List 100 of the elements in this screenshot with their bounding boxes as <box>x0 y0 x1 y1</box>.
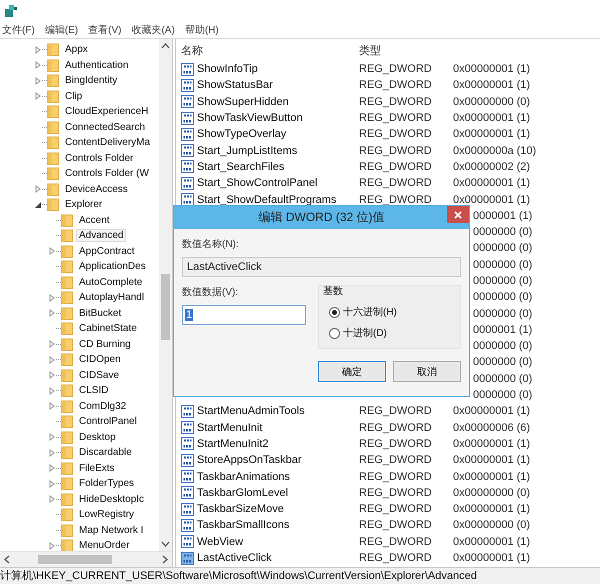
folder-icon <box>61 400 73 413</box>
value-name[interactable]: TaskbarSmallIcons <box>197 519 290 532</box>
menu-item[interactable]: 收藏夹(A) <box>131 23 175 37</box>
value-name[interactable]: TaskbarSizeMove <box>197 503 284 516</box>
tree-item[interactable]: CD Burning <box>76 338 134 351</box>
value-name[interactable]: WebView <box>197 536 244 548</box>
close-button[interactable] <box>447 206 469 223</box>
value-name[interactable]: LastActiveClick <box>197 552 272 564</box>
value-data: 0000000 (0) <box>473 389 532 402</box>
tree-item[interactable]: Appx <box>62 43 91 56</box>
tree-item[interactable]: DeviceAccess <box>62 182 131 196</box>
menu-item[interactable]: 帮助(H) <box>184 23 219 37</box>
expand-arrow-icon[interactable] <box>48 402 56 410</box>
radio-option[interactable]: 十进制(D) <box>323 326 454 340</box>
expand-arrow-icon[interactable] <box>48 340 56 348</box>
tree-item[interactable]: AutoplayHandl <box>76 291 148 304</box>
tree-item[interactable]: FileExts <box>76 462 118 475</box>
tree-item[interactable]: ComDlg32 <box>76 400 130 413</box>
value-name[interactable]: ShowSuperHidden <box>197 96 289 108</box>
scroll-down-icon[interactable] <box>161 541 170 547</box>
menu-item[interactable]: 文件(F) <box>2 23 35 37</box>
close-icon[interactable] <box>454 210 462 218</box>
tree-item[interactable]: BingIdentity <box>62 74 120 88</box>
value-name[interactable]: TaskbarGlomLevel <box>197 486 288 499</box>
tree-item[interactable]: CloudExperienceH <box>62 105 152 118</box>
scroll-right-icon[interactable] <box>162 555 168 564</box>
expand-arrow-icon[interactable] <box>48 542 56 550</box>
expand-arrow-icon[interactable] <box>34 92 42 100</box>
column-header[interactable]: 名称 <box>176 42 359 58</box>
tree-item[interactable]: Discardable <box>76 446 135 460</box>
scrollbar-thumb[interactable] <box>38 555 112 564</box>
horizontal-scrollbar[interactable] <box>0 551 172 567</box>
tree-item[interactable]: Authentication <box>62 58 132 72</box>
tree-item[interactable]: CIDSave <box>76 368 122 382</box>
tree-item[interactable]: CIDOpen <box>76 353 124 366</box>
value-name[interactable]: Start_ShowControlPanel <box>197 177 318 190</box>
value-name[interactable]: Start_ShowDefaultPrograms <box>197 194 336 206</box>
tree-item[interactable]: Advanced <box>76 229 126 242</box>
expand-arrow-icon[interactable] <box>48 433 56 442</box>
tree-item[interactable]: Clip <box>62 90 86 103</box>
tree-item[interactable]: BitBucket <box>76 306 124 320</box>
tree-item[interactable]: Map Network I <box>76 524 146 537</box>
value-name[interactable]: TaskbarAnimations <box>197 470 290 483</box>
tree-item[interactable]: CLSID <box>76 384 112 398</box>
tree-item[interactable]: CabinetState <box>76 322 140 336</box>
expand-arrow-icon[interactable] <box>34 185 42 194</box>
tree-item[interactable]: AppContract <box>76 244 138 258</box>
value-name[interactable]: StartMenuInit <box>197 422 262 434</box>
value-name[interactable]: StoreAppsOnTaskbar <box>197 454 302 466</box>
value-name[interactable]: ShowInfoTip <box>197 63 258 76</box>
expand-arrow-icon[interactable] <box>48 495 56 504</box>
value-name[interactable]: ShowStatusBar <box>197 79 273 92</box>
expand-arrow-icon[interactable] <box>48 480 56 488</box>
collapse-arrow-icon[interactable] <box>34 200 42 209</box>
column-header[interactable]: 类型 <box>359 42 453 58</box>
tree-item[interactable]: Accent <box>76 214 113 227</box>
value-name[interactable]: ShowTaskViewButton <box>197 112 303 124</box>
tree-item[interactable]: ContentDeliveryMa <box>62 136 154 150</box>
menu-item[interactable]: 编辑(E) <box>44 23 78 37</box>
radio-button[interactable] <box>329 306 340 318</box>
expand-arrow-icon[interactable] <box>48 356 56 364</box>
menu-item[interactable]: 查看(V) <box>88 23 122 37</box>
expand-arrow-icon[interactable] <box>48 294 56 302</box>
value-name[interactable]: Start_SearchFiles <box>197 160 284 173</box>
ok-button[interactable]: 确定 <box>318 361 386 382</box>
value-name-field[interactable]: LastActiveClick <box>182 257 461 277</box>
tree-item[interactable]: FolderTypes <box>76 477 138 490</box>
scroll-left-icon[interactable] <box>4 555 10 564</box>
value-name[interactable]: Start_JumpListItems <box>197 144 298 157</box>
tree-item[interactable]: ConnectedSearch <box>62 120 148 134</box>
tree-item[interactable]: Controls Folder (W <box>62 167 152 180</box>
value-data: 0x00000001 (1) <box>453 470 530 483</box>
expand-arrow-icon[interactable] <box>34 76 42 85</box>
tree-item[interactable]: Desktop <box>76 430 119 444</box>
value-name[interactable]: ShowTypeOverlay <box>197 128 286 140</box>
value-name[interactable]: StartMenuInit2 <box>197 438 269 450</box>
tree-item[interactable]: Controls Folder <box>62 152 136 165</box>
tree-item[interactable]: HideDesktopIc <box>76 492 148 506</box>
radio-button[interactable] <box>329 328 340 338</box>
expand-arrow-icon[interactable] <box>48 309 56 318</box>
tree-item[interactable]: LowRegistry <box>76 508 138 522</box>
expand-arrow-icon[interactable] <box>48 371 56 380</box>
scrollbar-thumb[interactable] <box>161 274 170 340</box>
tree-item[interactable]: ControlPanel <box>76 415 140 428</box>
expand-arrow-icon[interactable] <box>48 247 56 256</box>
tree-item[interactable]: AutoComplete <box>76 276 146 289</box>
value-name[interactable]: StartMenuAdminTools <box>197 405 305 418</box>
value-data-field[interactable]: 1 <box>182 305 306 325</box>
radio-option[interactable]: 十六进制(H) <box>323 305 454 319</box>
cancel-button[interactable]: 取消 <box>393 361 461 382</box>
tree-item[interactable]: MenuOrder <box>76 539 133 551</box>
expand-arrow-icon[interactable] <box>48 464 56 472</box>
expand-arrow-icon[interactable] <box>48 386 56 395</box>
expand-arrow-icon[interactable] <box>48 448 56 457</box>
tree-item[interactable]: ApplicationDes <box>76 260 149 274</box>
tree-item[interactable]: Explorer <box>62 198 106 212</box>
expand-arrow-icon[interactable] <box>34 61 42 70</box>
scroll-up-icon[interactable] <box>161 43 170 49</box>
expand-arrow-icon[interactable] <box>34 46 42 54</box>
vertical-scrollbar[interactable] <box>159 39 172 551</box>
